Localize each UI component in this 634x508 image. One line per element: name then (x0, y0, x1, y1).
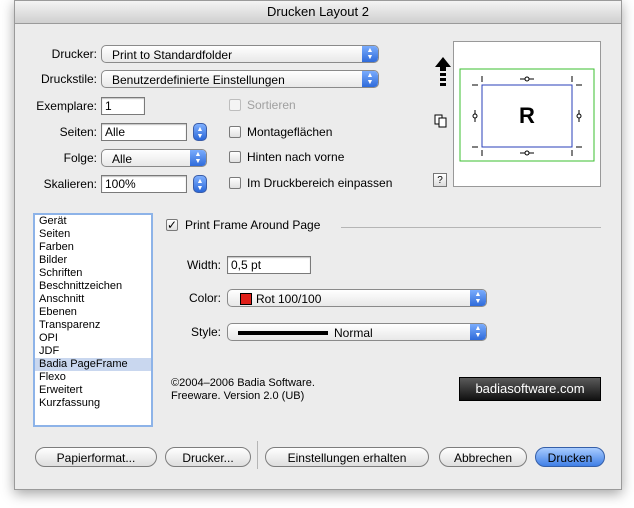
order-popup[interactable]: Alle ▲ ▼ (101, 149, 207, 167)
button-group-divider (257, 441, 258, 469)
copyright-line-2: Freeware. Version 2.0 (UB) (171, 390, 305, 402)
copyright-line-1: ©2004–2006 Badia Software. (171, 377, 315, 389)
category-item[interactable]: Farben (35, 241, 151, 254)
scale-field[interactable] (101, 175, 187, 193)
style-popup[interactable]: Normal ▲ ▼ (227, 323, 487, 341)
window-title: Drucken Layout 2 (15, 1, 621, 24)
page-setup-button[interactable]: Papierformat... (35, 447, 157, 467)
popup-arrows-icon: ▲ ▼ (470, 324, 486, 340)
copies-field[interactable] (101, 97, 145, 115)
category-item[interactable]: Anschnitt (35, 293, 151, 306)
category-item[interactable]: JDF (35, 345, 151, 358)
category-item[interactable]: Bilder (35, 254, 151, 267)
color-label: Color: (188, 291, 221, 305)
preview-letter: R (519, 103, 535, 128)
help-button[interactable]: ? (433, 173, 447, 187)
print-dialog-window: Drucken Layout 2 Drucker: Print to Stand… (14, 0, 622, 490)
badia-logo-badge[interactable]: badiasoftware.com (459, 377, 601, 401)
printer-popup[interactable]: Print to Standardfolder ▲ ▼ (101, 45, 379, 63)
category-item[interactable]: Erweitert (35, 384, 151, 397)
color-swatch-icon (240, 293, 252, 305)
orientation-arrow-icon[interactable] (435, 57, 451, 89)
preset-popup[interactable]: Benutzerdefinierte Einstellungen ▲ ▼ (101, 70, 379, 88)
category-item[interactable]: Ebenen (35, 306, 151, 319)
category-item[interactable]: Badia PageFrame (35, 358, 151, 371)
category-item[interactable]: Transparenz (35, 319, 151, 332)
category-item[interactable]: Flexo (35, 371, 151, 384)
popup-arrows-icon: ▲ ▼ (362, 71, 378, 87)
category-item[interactable]: Gerät (35, 215, 151, 228)
popup-arrows-icon: ▲ ▼ (470, 290, 486, 306)
back-to-front-checkbox[interactable] (229, 151, 241, 163)
printer-button[interactable]: Drucker... (165, 447, 251, 467)
width-label: Width: (186, 258, 221, 272)
section-divider (341, 227, 601, 228)
category-item[interactable]: Kurzfassung (35, 397, 151, 410)
category-item[interactable]: OPI (35, 332, 151, 345)
category-item[interactable]: Schriften (35, 267, 151, 280)
scale-label: Skalieren: (43, 177, 97, 191)
printer-popup-value: Print to Standardfolder (112, 48, 233, 62)
print-button[interactable]: Drucken (535, 447, 605, 467)
category-list[interactable]: Gerät Seiten Farben Bilder Schriften Beschnit… (33, 213, 153, 427)
order-popup-value: Alle (112, 152, 133, 166)
category-item[interactable]: Seiten (35, 228, 151, 241)
pages-label: Seiten: (59, 125, 97, 139)
preset-popup-value: Benutzerdefinierte Einstellungen (112, 73, 285, 87)
back-to-front-label: Hinten nach vorne (247, 150, 345, 164)
collate-label: Sortieren (247, 98, 296, 112)
print-frame-checkbox[interactable]: ✓ (166, 219, 178, 231)
copies-pages-icon[interactable] (434, 114, 448, 128)
printer-label: Drucker: (51, 47, 97, 61)
popup-arrows-icon: ▲ ▼ (190, 150, 206, 166)
collate-checkbox[interactable] (229, 99, 241, 111)
line-style-sample-icon (238, 331, 328, 335)
category-item[interactable]: Beschnittzeichen (35, 280, 151, 293)
copies-label: Exemplare: (36, 99, 97, 113)
tiling-label: Montageflächen (247, 125, 333, 139)
pages-stepper[interactable]: ▲ ▼ (193, 123, 207, 141)
width-field[interactable] (227, 256, 311, 274)
print-frame-label: Print Frame Around Page (185, 218, 321, 232)
scale-stepper[interactable]: ▲ ▼ (193, 175, 207, 193)
cancel-button[interactable]: Abbrechen (439, 447, 527, 467)
copyright-text: ©2004–2006 Badia Software. Freeware. Ver… (171, 377, 315, 403)
popup-arrows-icon: ▲ ▼ (362, 46, 378, 62)
style-label: Style: (190, 325, 221, 339)
page-preview: R (453, 41, 601, 187)
style-popup-value: Normal (334, 326, 373, 340)
preset-label: Druckstile: (40, 72, 97, 86)
fit-print-area-label: Im Druckbereich einpassen (247, 176, 393, 190)
tiling-checkbox[interactable] (229, 126, 241, 138)
order-label: Folge: (63, 151, 97, 165)
fit-print-area-checkbox[interactable] (229, 177, 241, 189)
color-popup[interactable]: Rot 100/100 ▲ ▼ (227, 289, 487, 307)
save-settings-button[interactable]: Einstellungen erhalten (265, 447, 429, 467)
pages-field[interactable] (101, 123, 187, 141)
color-popup-value: Rot 100/100 (256, 292, 322, 306)
